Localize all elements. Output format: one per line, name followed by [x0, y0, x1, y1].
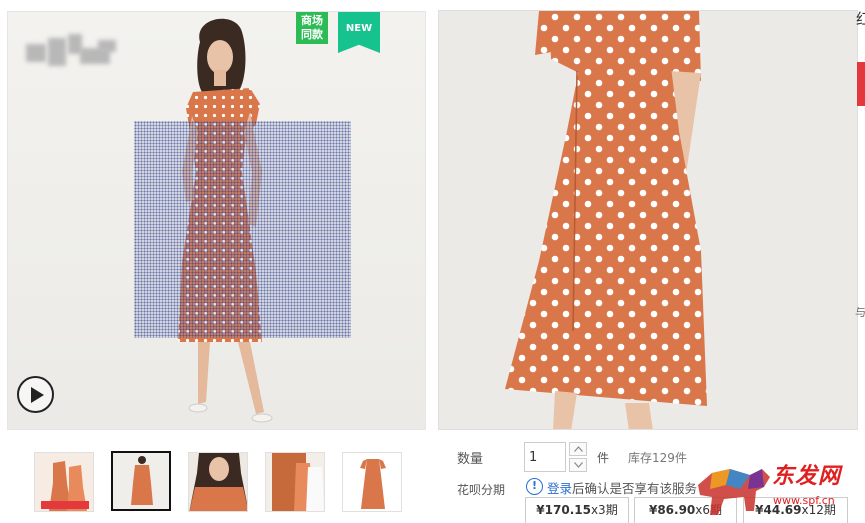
thumbnail-5-image: [343, 453, 401, 511]
huabei-note: 登录后确认是否享有该服务: [547, 478, 697, 497]
info-icon: !: [526, 478, 543, 495]
quantity-input[interactable]: [524, 442, 566, 472]
thumbnail-1[interactable]: [34, 452, 94, 512]
installment-3-price: ¥170.15: [536, 503, 591, 517]
zoomed-dress-photo: [505, 11, 707, 429]
huabei-installment-label: 花呗分期: [457, 483, 506, 497]
quantity-decrease-button[interactable]: [569, 458, 587, 472]
stock-count: 库存129件: [628, 451, 687, 465]
arrow-down-icon: [574, 462, 583, 468]
thumbnail-4[interactable]: [265, 452, 325, 512]
thumbnail-4-image: [266, 453, 324, 511]
thumbnail-strip: [34, 451, 404, 514]
cut-off-red-tag: [857, 62, 865, 106]
play-video-button[interactable]: [17, 376, 54, 413]
installment-6-price: ¥86.90: [648, 503, 696, 517]
main-product-image[interactable]: 商场同款 NEW: [7, 11, 426, 430]
arrow-up-icon: [574, 446, 583, 452]
thumbnail-3-image: [189, 453, 247, 511]
thumbnail-2-image: [113, 453, 169, 509]
watermark-url: www.spf.cn: [773, 494, 835, 507]
thumbnail-3[interactable]: [188, 452, 248, 512]
huabei-note-text: 后确认是否享有该服务: [572, 481, 698, 496]
cut-off-title-char: 红: [856, 10, 865, 28]
watermark-text: 东发网: [772, 463, 842, 489]
cut-off-side-char: 与: [855, 306, 865, 319]
installment-option-3[interactable]: ¥170.15x3期: [525, 497, 629, 523]
quantity-unit: 件: [597, 451, 610, 465]
thumbnail-5[interactable]: [342, 452, 402, 512]
thumbnail-2-selected[interactable]: [111, 451, 171, 511]
login-link[interactable]: 登录: [547, 481, 572, 496]
blurred-brand-logo: [22, 30, 120, 74]
installment-3-term: x3期: [590, 503, 618, 517]
thumbnail-1-image: [35, 453, 93, 511]
zoom-lens-overlay[interactable]: [134, 121, 351, 338]
same-style-badge: 商场同款: [296, 12, 328, 44]
zoomed-image-view: [438, 10, 858, 430]
quantity-increase-button[interactable]: [569, 442, 587, 456]
new-badge: NEW: [338, 12, 380, 53]
play-icon: [31, 387, 44, 403]
quantity-label: 数量: [457, 452, 484, 467]
